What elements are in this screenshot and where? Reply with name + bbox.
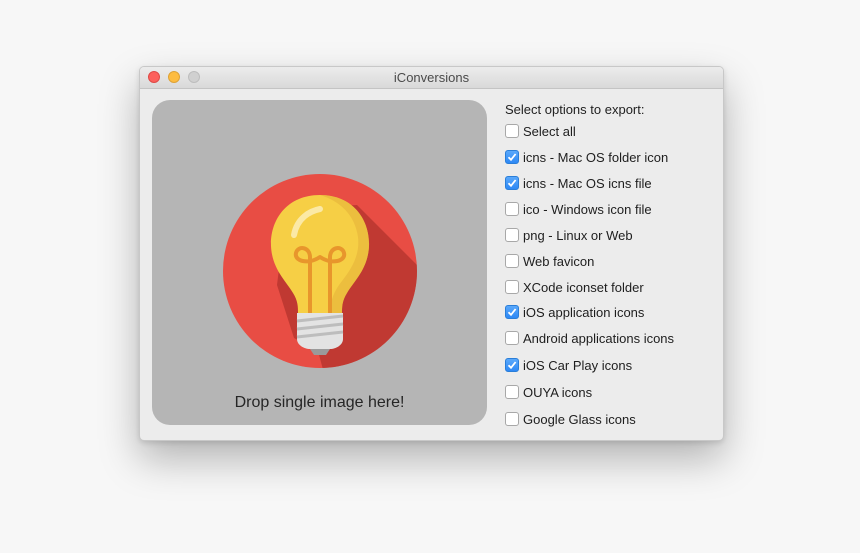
option-android-icons[interactable]: Android applications icons <box>505 329 674 347</box>
option-ouya-icons[interactable]: OUYA icons <box>505 383 592 401</box>
option-checkbox[interactable] <box>505 124 519 138</box>
window-title: iConversions <box>393 70 470 85</box>
option-label: png - Linux or Web <box>523 227 633 243</box>
option-checkbox[interactable] <box>505 150 519 164</box>
option-label: iOS application icons <box>523 304 645 320</box>
option-checkbox[interactable] <box>505 305 519 319</box>
option-checkbox[interactable] <box>505 385 519 399</box>
option-select-all[interactable]: Select all <box>505 122 576 140</box>
option-label: Google Glass icons <box>523 411 636 427</box>
image-drop-zone[interactable]: Drop single image here! <box>152 100 487 425</box>
option-icns-folder-icon[interactable]: icns - Mac OS folder icon <box>505 148 668 166</box>
option-label: Web favicon <box>523 253 595 269</box>
option-checkbox[interactable] <box>505 202 519 216</box>
export-options-panel: Select options to export: Select all icn… <box>505 101 715 427</box>
checkmark-icon <box>507 361 517 370</box>
checkmark-icon <box>507 179 517 188</box>
title-bar[interactable]: iConversions <box>140 67 723 89</box>
option-checkbox[interactable] <box>505 280 519 294</box>
option-label: XCode iconset folder <box>523 279 644 295</box>
option-label: icns - Mac OS folder icon <box>523 149 669 165</box>
option-checkbox[interactable] <box>505 176 519 190</box>
drop-zone-label: Drop single image here! <box>234 394 405 411</box>
option-label: ico - Windows icon file <box>523 201 652 217</box>
option-checkbox[interactable] <box>505 331 519 345</box>
option-label: Android applications icons <box>523 330 675 346</box>
option-label: Select all <box>523 123 576 139</box>
option-ios-app-icons[interactable]: iOS application icons <box>505 303 644 321</box>
checkmark-icon <box>507 308 517 317</box>
lightbulb-icon <box>223 174 417 368</box>
option-web-favicon[interactable]: Web favicon <box>505 252 594 270</box>
app-window: iConversions Drop single image here! Sel… <box>139 66 724 441</box>
option-label: iOS Car Play icons <box>523 357 633 373</box>
option-icns-file[interactable]: icns - Mac OS icns file <box>505 174 652 192</box>
option-checkbox[interactable] <box>505 412 519 426</box>
option-checkbox[interactable] <box>505 358 519 372</box>
checkmark-icon <box>507 153 517 162</box>
option-ios-car-play-icons[interactable]: iOS Car Play icons <box>505 356 632 374</box>
option-label: OUYA icons <box>523 384 593 400</box>
option-xcode-iconset[interactable]: XCode iconset folder <box>505 278 644 296</box>
option-ico-windows[interactable]: ico - Windows icon file <box>505 200 652 218</box>
option-label: icns - Mac OS icns file <box>523 175 652 191</box>
option-checkbox[interactable] <box>505 254 519 268</box>
option-checkbox[interactable] <box>505 228 519 242</box>
export-options-heading: Select options to export: <box>505 102 645 117</box>
option-google-glass-icons[interactable]: Google Glass icons <box>505 410 636 428</box>
option-png-linux-web[interactable]: png - Linux or Web <box>505 226 633 244</box>
